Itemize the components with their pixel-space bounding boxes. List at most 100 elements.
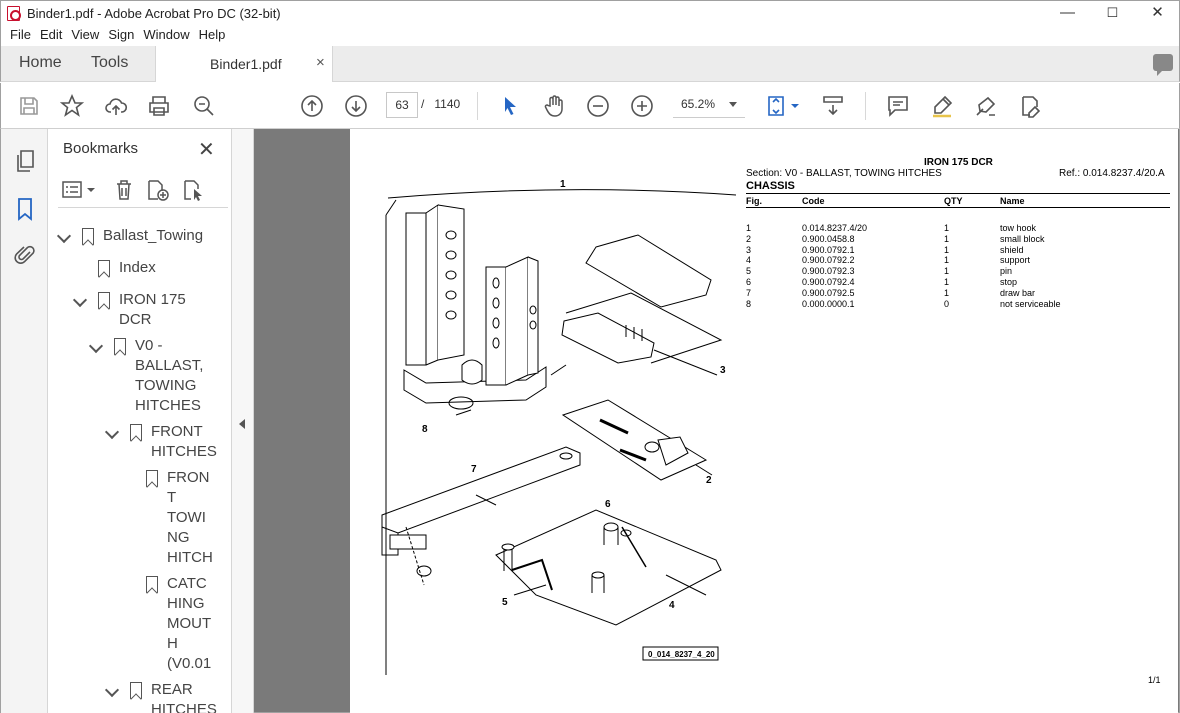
menu-edit[interactable]: Edit bbox=[40, 26, 62, 42]
chevron-down-icon[interactable] bbox=[72, 292, 88, 308]
table-cell: 0.900.0792.4 bbox=[802, 277, 855, 287]
edit-pdf-icon[interactable] bbox=[1018, 94, 1042, 118]
bookmark-search-icon[interactable] bbox=[182, 179, 206, 201]
tab-tools[interactable]: Tools bbox=[91, 54, 128, 72]
next-page-icon[interactable] bbox=[344, 94, 368, 118]
bookmark-icon bbox=[114, 338, 126, 355]
bookmark-icon bbox=[82, 228, 94, 245]
previous-page-icon[interactable] bbox=[300, 94, 324, 118]
bookmark-item-iron-175-dcr[interactable]: IRON 175 DCR bbox=[119, 290, 186, 330]
bookmark-item-front-towing-hitch[interactable]: FRON T TOWI NG HITCH bbox=[167, 468, 213, 568]
table-cell: 8 bbox=[746, 298, 752, 309]
toolbar-divider bbox=[865, 92, 866, 120]
table-cell: 1 bbox=[944, 277, 950, 287]
options-menu-icon[interactable] bbox=[62, 180, 98, 200]
minimize-button[interactable]: — bbox=[1045, 1, 1090, 27]
comment-icon[interactable] bbox=[886, 94, 910, 118]
new-bookmark-icon[interactable] bbox=[146, 179, 170, 201]
table-cell: 1 bbox=[746, 223, 752, 233]
menu-window[interactable]: Window bbox=[143, 26, 189, 42]
zoom-in-icon[interactable] bbox=[630, 94, 654, 118]
table-cell: stop bbox=[1000, 277, 1018, 287]
document-viewer[interactable]: 1 2 3 4 5 6 7 8 0_014_8237_4_20 IRON 175… bbox=[254, 129, 1180, 713]
table-cell: 0 bbox=[944, 298, 950, 309]
callout-4: 4 bbox=[669, 600, 675, 611]
close-panel-button[interactable]: ✕ bbox=[198, 137, 215, 162]
chevron-down-icon[interactable] bbox=[104, 682, 120, 698]
chevron-down-icon[interactable] bbox=[56, 228, 72, 244]
scroll-mode-icon[interactable] bbox=[821, 94, 845, 118]
bookmark-tree: Ballast_Towing Index IRON 175 DCR V0 - BAL… bbox=[48, 221, 224, 713]
zoom-level-select[interactable]: 65.2% bbox=[673, 92, 745, 118]
bookmark-icon bbox=[146, 576, 158, 593]
upload-cloud-icon[interactable] bbox=[104, 94, 128, 118]
close-tab-button[interactable]: × bbox=[316, 54, 325, 71]
col-name: Name bbox=[1000, 196, 1025, 206]
bookmark-item-catching-mouth[interactable]: CATC HING MOUT H (V0.01 bbox=[167, 574, 211, 674]
search-zoom-icon[interactable] bbox=[192, 94, 216, 118]
doc-reference: Ref.: 0.014.8237.4/20.A bbox=[1059, 168, 1165, 179]
bookmarks-icon[interactable] bbox=[14, 197, 36, 221]
bookmark-item-index[interactable]: Index bbox=[119, 258, 156, 278]
menu-help[interactable]: Help bbox=[199, 26, 226, 42]
hand-tool-icon[interactable] bbox=[542, 94, 566, 118]
table-cell: 6 bbox=[746, 277, 752, 287]
table-cell: 0.900.0792.1 bbox=[802, 244, 855, 255]
zoom-out-icon[interactable] bbox=[586, 94, 610, 118]
bookmark-item-front-hitches[interactable]: FRONT HITCHES bbox=[151, 422, 217, 462]
maximize-button[interactable]: ☐ bbox=[1090, 1, 1135, 27]
tab-bar: Home Tools Binder1.pdf × bbox=[0, 46, 1180, 82]
bookmark-item-v0-ballast[interactable]: V0 - BALLAST, TOWING HITCHES bbox=[135, 336, 203, 416]
callout-8: 8 bbox=[422, 424, 428, 435]
table-cell: 1 bbox=[944, 223, 950, 233]
doc-group-title: CHASSIS bbox=[746, 180, 795, 192]
table-cell: 1 bbox=[944, 255, 950, 266]
table-cell: 0.014.8237.4/20 bbox=[802, 223, 868, 233]
page-thumbnails-icon[interactable] bbox=[14, 149, 36, 173]
page-label: 1/1 bbox=[1148, 675, 1161, 685]
chevron-down-icon[interactable] bbox=[88, 338, 104, 354]
close-window-button[interactable]: ✕ bbox=[1135, 1, 1180, 27]
table-cell: 0.900.0792.2 bbox=[802, 255, 855, 266]
menu-bar: File Edit View Sign Window Help bbox=[0, 26, 1180, 46]
callout-5: 5 bbox=[502, 597, 508, 608]
menu-file[interactable]: File bbox=[10, 26, 31, 42]
bookmark-item-rear-hitches[interactable]: REAR HITCHES bbox=[151, 680, 217, 713]
table-cell: not serviceable bbox=[1000, 298, 1061, 309]
callout-6: 6 bbox=[605, 499, 611, 510]
table-cell: 1 bbox=[944, 287, 950, 298]
comment-chat-icon[interactable] bbox=[1153, 54, 1173, 76]
bookmarks-panel-title: Bookmarks bbox=[63, 140, 139, 157]
select-cursor-icon[interactable] bbox=[498, 94, 522, 118]
chevron-down-icon[interactable] bbox=[104, 424, 120, 440]
highlight-pen-icon[interactable] bbox=[930, 94, 954, 118]
table-cell: shield bbox=[1000, 244, 1024, 255]
window-title: Binder1.pdf - Adobe Acrobat Pro DC (32-b… bbox=[27, 6, 281, 21]
table-cell: small block bbox=[1000, 233, 1045, 244]
menu-view[interactable]: View bbox=[71, 26, 99, 42]
sign-pen-icon[interactable] bbox=[974, 94, 998, 118]
collapse-panel-handle[interactable] bbox=[232, 129, 254, 713]
bookmark-icon bbox=[98, 292, 110, 309]
table-cell: 0.900.0792.5 bbox=[802, 287, 855, 298]
bookmark-star-icon[interactable] bbox=[59, 93, 85, 118]
tab-home[interactable]: Home bbox=[19, 54, 62, 72]
print-icon[interactable] bbox=[147, 94, 171, 118]
figure-id-label: 0_014_8237_4_20 bbox=[648, 650, 715, 659]
title-bar: Binder1.pdf - Adobe Acrobat Pro DC (32-b… bbox=[0, 0, 1180, 26]
callout-2: 2 bbox=[706, 475, 712, 486]
page-number-input[interactable]: 63 bbox=[386, 92, 418, 118]
table-cell: 0.900.0458.8 bbox=[802, 233, 855, 244]
menu-sign[interactable]: Sign bbox=[108, 26, 134, 42]
table-cell: 2 bbox=[746, 233, 752, 244]
bookmark-item-ballast-towing[interactable]: Ballast_Towing bbox=[103, 226, 203, 246]
delete-bookmark-icon[interactable] bbox=[114, 179, 134, 201]
save-icon[interactable] bbox=[17, 94, 41, 118]
acrobat-logo-icon bbox=[7, 6, 21, 21]
tab-document[interactable]: Binder1.pdf × bbox=[155, 46, 333, 82]
page-fit-icon[interactable] bbox=[765, 94, 801, 118]
table-cell: 7 bbox=[746, 287, 752, 298]
col-qty: QTY bbox=[944, 196, 963, 206]
attachments-paperclip-icon[interactable] bbox=[14, 243, 36, 267]
table-cell: tow hook bbox=[1000, 223, 1037, 233]
